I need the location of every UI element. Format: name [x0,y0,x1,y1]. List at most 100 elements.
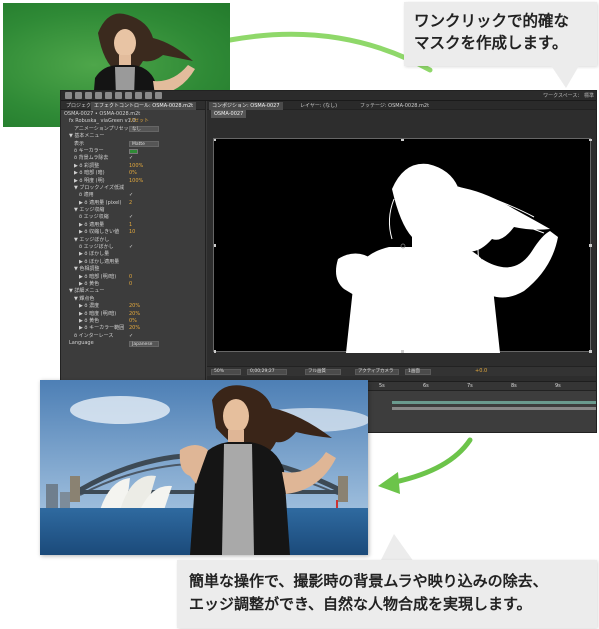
checkbox-checked-icon[interactable]: ✓ [129,333,133,340]
callout-top-tail [550,64,580,88]
effect-parameter-list: OSMA-0027 • OSMA-0028.m2t fx Robuska_ via… [61,110,205,348]
sydney-composite-photo [40,380,368,555]
composition-panel: コンポジション: OSMA-0027 レイヤー: (なし) フッテージ: OSM… [207,101,596,381]
effect-row[interactable]: ö インターレース ✓ [61,333,205,340]
effect-row-value[interactable]: 0 [129,281,132,288]
tools-toolbar: ワークスペース： 標準 [61,91,596,101]
tab-composition[interactable]: コンポジション: OSMA-0027 [209,102,283,110]
effect-row[interactable]: ▶ ö 暗部 (明/暗) 0 [61,274,205,281]
effect-row[interactable]: ▶ ö ぼかし量 [61,251,205,258]
effect-row[interactable]: ö 背景ムラ除去 ✓ [61,155,205,162]
effect-row[interactable]: ▶ ö キーカラー範囲 20% [61,325,205,332]
key-color-swatch[interactable] [129,149,138,154]
checkbox-checked-icon[interactable]: ✓ [129,214,133,221]
timeline-tick-label: 7s [467,383,473,389]
effect-row-value[interactable]: 20% [129,325,140,332]
effect-row[interactable]: 表示 Matte [61,141,205,148]
effect-row[interactable]: ▼ 基本メニュー [61,133,205,140]
effect-row-value[interactable]: 0 [129,274,132,281]
effect-row[interactable]: ▶ ö 適用量 (pixel) 2 [61,200,205,207]
layer-duration-bar[interactable] [392,401,596,404]
effect-row-label: ▶ ö キーカラー範囲 [79,325,125,332]
comp-subtab[interactable]: OSMA-0027 [211,110,247,118]
effect-row[interactable]: fx Robuska_ viaGreen v1.0 リセット [61,118,205,125]
left-panel-tabs: プロジェクト エフェクトコントロール: OSMA-0028.m2t [61,101,205,110]
tab-layer[interactable]: レイヤー: (なし) [297,102,340,110]
arrow-bottom-head [378,472,400,494]
timeline-tick-label: 5s [379,383,385,389]
effect-row-value[interactable]: 0% [129,170,137,177]
effect-row[interactable]: ▶ ö 収縮しきい値 10 [61,229,205,236]
resolution-select[interactable]: フル画質 [305,369,341,375]
effect-row-value[interactable]: 20% [129,311,140,318]
effect-row-label: OSMA-0027 • OSMA-0028.m2t [64,111,141,117]
effect-row-value[interactable]: 10 [129,229,135,236]
mask-tool-icon[interactable] [125,92,132,99]
tab-footage[interactable]: フッテージ: OSMA-0028.m2t [357,102,432,110]
zoom-select[interactable]: 50% [211,369,241,375]
comp-panel-tabs: コンポジション: OSMA-0027 レイヤー: (なし) フッテージ: OSM… [207,101,596,110]
effect-row-label: fx Robuska_ viaGreen v1.0 [69,118,136,125]
brush-tool-icon[interactable] [155,92,162,99]
camera-tool-icon[interactable] [105,92,112,99]
rotate-tool-icon[interactable] [95,92,102,99]
effect-row-value[interactable]: 100% [129,178,143,185]
callout-bottom-tail [380,534,414,562]
checkbox-checked-icon[interactable]: ✓ [129,244,133,251]
effect-row[interactable]: ▶ ö 明度 (明) 100% [61,178,205,185]
workspace-selector[interactable]: ワークスペース： 標準 [543,92,594,99]
effect-row-label: ▼ 色相調整 [74,266,100,273]
effect-row-label: ▶ ö ぼかし量 [79,251,110,258]
effect-row[interactable]: OSMA-0027 • OSMA-0028.m2t [61,111,205,118]
matte-preview-canvas[interactable] [213,138,592,353]
effect-row-dropdown[interactable]: Matte [129,141,159,148]
views-select[interactable]: 1画面 [405,369,431,375]
checkbox-checked-icon[interactable]: ✓ [129,155,133,162]
effect-row[interactable]: ▶ ö 暗部 (暗) 0% [61,170,205,177]
effect-row-dropdown[interactable]: Japanese [129,340,159,347]
effect-row[interactable]: Language Japanese [61,340,205,347]
effect-row[interactable]: ▼ 詳細メニュー [61,288,205,295]
layer-duration-bar-2[interactable] [392,407,596,410]
effect-row-value[interactable]: 2 [129,200,132,207]
effect-row-value[interactable]: リセット [129,118,149,125]
effect-row[interactable]: ö 適用 ✓ [61,192,205,199]
comp-subtab-row: OSMA-0027 [207,110,596,118]
arrow-bottom-curve [392,437,473,485]
text-tool-icon[interactable] [145,92,152,99]
effect-row-label: ▶ ö 暗部 (明/暗) [79,273,117,280]
pan-tool-icon[interactable] [115,92,122,99]
callout-bottom-line2: エッジ調整ができ、自然な人物合成を実現します。 [189,595,532,613]
effect-row-value[interactable]: 1 [129,222,132,229]
tab-effect-controls[interactable]: エフェクトコントロール: OSMA-0028.m2t [91,102,197,110]
effect-row-label: ö 背景ムラ除去 [74,155,109,162]
effect-row[interactable]: ▶ ö 濃度 20% [61,303,205,310]
pen-tool-icon[interactable] [135,92,142,99]
effect-row-label: ▶ ö 収縮しきい値 [79,229,120,236]
effect-row-label: 表示 [74,140,85,147]
selection-tool-icon[interactable] [65,92,72,99]
exposure-value[interactable]: +0.0 [475,368,487,374]
effect-row[interactable]: ▼ エッジぼかし [61,237,205,244]
effect-row-label: ▶ ö 適用量 (pixel) [79,199,122,206]
hand-tool-icon[interactable] [75,92,82,99]
effect-row[interactable]: ▼ 色相調整 [61,266,205,273]
effect-row-value[interactable]: 0% [129,318,137,325]
matte-silhouette [213,138,592,353]
checkbox-checked-icon[interactable]: ✓ [129,192,133,199]
effect-row[interactable]: ▶ ö 暗度 (明/暗) 20% [61,311,205,318]
effect-row[interactable]: ö エッジ収縮 ✓ [61,214,205,221]
effect-row-dropdown[interactable]: なし [129,126,159,133]
effect-row-value[interactable]: 100% [129,163,143,170]
effect-row-label: ▶ ö 濃度 [79,303,100,310]
callout-top-line2: マスクを作成します。 [414,34,568,52]
camera-select[interactable]: アクティブカメラ [355,369,399,375]
effect-row-value[interactable]: 20% [129,303,140,310]
timecode-display[interactable]: 0;00;29;27 [247,369,287,375]
zoom-tool-icon[interactable] [85,92,92,99]
timeline-tick-label: 9s [555,383,561,389]
effect-row-label: ▶ ö 暗部 (暗) [74,170,105,177]
timeline-tick-label: 8s [511,383,517,389]
callout-one-click-mask: ワンクリックで的確な マスクを作成します。 [404,2,597,66]
callout-top-line1: ワンクリックで的確な [414,12,570,30]
